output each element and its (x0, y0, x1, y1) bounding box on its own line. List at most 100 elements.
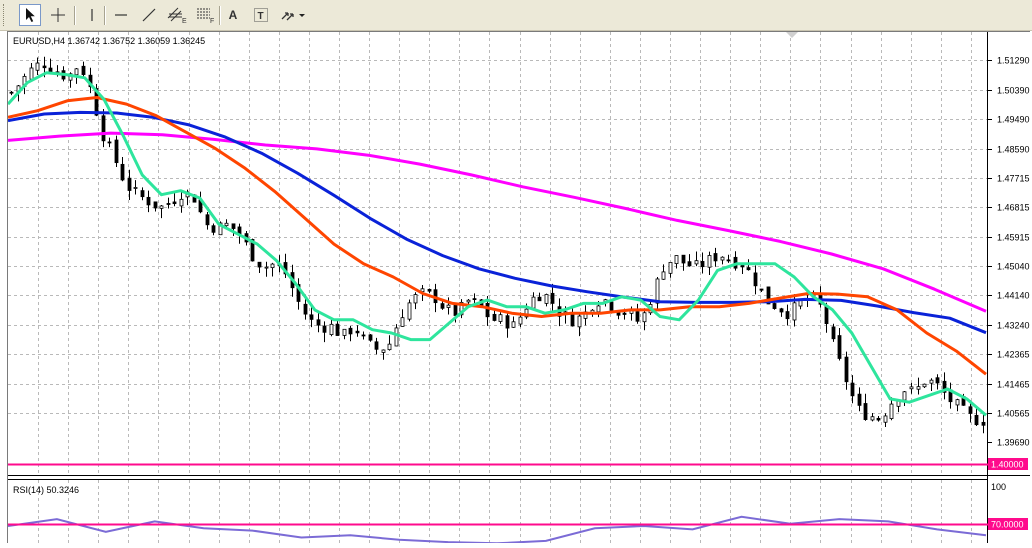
candle-body (922, 383, 927, 388)
candle-body (655, 278, 660, 304)
candle-body (492, 313, 497, 321)
candle-body (863, 403, 868, 420)
series-line-ma_long[interactable] (7, 131, 987, 313)
rsi-line[interactable] (7, 515, 987, 545)
candle-body (596, 305, 601, 313)
chart-window[interactable]: 1.51290 1.50390 1.49490 1.48590 1.47715 1.468… (6, 31, 1030, 545)
text-label-tool-button[interactable]: T (250, 4, 272, 26)
candle-body (974, 414, 979, 426)
candle-body (316, 319, 321, 326)
candle-body (511, 321, 516, 328)
series-line-ma_slow[interactable] (7, 110, 987, 335)
candle-body (498, 314, 503, 322)
trendline-tool-button[interactable] (138, 4, 160, 26)
vertical-line-tool-button[interactable] (81, 4, 103, 26)
candle-body (681, 254, 686, 264)
candle-body (29, 67, 34, 80)
candle-body (883, 415, 888, 423)
candle-body (120, 163, 125, 181)
price-tick-label: 1.49490 (997, 115, 1030, 125)
candle-body (550, 292, 555, 304)
candle-body (205, 214, 210, 226)
candle-body (453, 304, 458, 316)
price-tick-label: 1.47715 (997, 174, 1030, 184)
candle-body (609, 301, 614, 311)
cursor-tool-button[interactable] (19, 4, 41, 26)
candle-body (224, 222, 229, 227)
candle-body (968, 406, 973, 414)
rsi-level-label-text: 70.0000 (991, 520, 1024, 530)
candle-body (322, 325, 327, 333)
candle-body (981, 421, 986, 426)
candle-body (759, 288, 764, 291)
candle-body (127, 177, 132, 191)
price-tick-label: 1.45915 (997, 233, 1030, 243)
vertical-line-icon (91, 9, 93, 21)
text-tool-button[interactable]: A (222, 4, 244, 26)
candle-body (361, 334, 366, 337)
candle-body (772, 303, 777, 309)
candle-body (798, 300, 803, 307)
candle-body (446, 304, 451, 308)
candle-body (407, 302, 412, 320)
candle-body (172, 201, 177, 205)
candle-body (211, 225, 216, 233)
candle-body (42, 65, 47, 69)
candle-body (114, 139, 119, 164)
arrows-dropdown-icon (281, 12, 305, 21)
candle-body (485, 302, 490, 318)
price-tick-label: 1.39690 (997, 438, 1030, 448)
candle-body (355, 330, 360, 334)
candle-body (694, 260, 699, 265)
crosshair-icon (51, 8, 65, 22)
rsi-label: RSI(14) 50.3246 (13, 485, 79, 495)
candle-body (713, 253, 718, 262)
price-tick-label: 1.50390 (997, 86, 1030, 96)
candle-body (929, 379, 934, 384)
series-line-ma_fast[interactable] (6, 71, 987, 417)
candle-body (505, 315, 510, 329)
price-tick-label: 1.40565 (997, 409, 1030, 419)
candle-body (74, 68, 79, 76)
candle-body (668, 261, 673, 274)
price-tick-label: 1.46815 (997, 203, 1030, 213)
candle-body (140, 190, 145, 198)
candle-body (472, 298, 477, 301)
crosshair-tool-button[interactable] (47, 4, 69, 26)
candle-body (792, 302, 797, 321)
candle-body (9, 91, 14, 94)
candle-body (48, 67, 53, 73)
candle-body (466, 299, 471, 303)
chart-canvas[interactable]: 1.51290 1.50390 1.49490 1.48590 1.47715 1.468… (6, 32, 1030, 545)
svg-text:F: F (210, 18, 214, 24)
toolbar-grip[interactable] (3, 4, 7, 26)
candle-body (146, 196, 151, 206)
candle-body (785, 311, 790, 320)
candle-body (303, 303, 308, 315)
svg-text:T: T (258, 11, 264, 22)
candle-body (857, 393, 862, 406)
level-label-text: 1.40000 (991, 460, 1024, 470)
candle-body (642, 312, 647, 323)
fibonacci-retracement-tool-button[interactable]: F (194, 4, 216, 26)
svg-text:E: E (182, 18, 187, 24)
shift-marker-icon[interactable] (786, 32, 798, 38)
price-tick-label: 1.51290 (997, 56, 1030, 66)
text-label-icon: T (254, 8, 268, 22)
candle-body (107, 141, 112, 144)
candle-body (687, 261, 692, 267)
arrows-tool-button[interactable] (278, 4, 308, 26)
candle-body (746, 267, 751, 271)
candle-body (824, 305, 829, 325)
equidistant-channel-tool-button[interactable]: E (166, 4, 188, 26)
trendline-icon (142, 8, 156, 22)
candle-body (537, 296, 542, 302)
candle-body (101, 115, 106, 142)
candle-body (850, 382, 855, 397)
candle-body (342, 328, 347, 336)
candlestick-series (9, 56, 986, 434)
horizontal-line-tool-button[interactable] (110, 4, 132, 26)
rsi-scale-top: 100 (991, 482, 1006, 492)
candle-body (387, 343, 392, 351)
candle-body (166, 203, 171, 205)
